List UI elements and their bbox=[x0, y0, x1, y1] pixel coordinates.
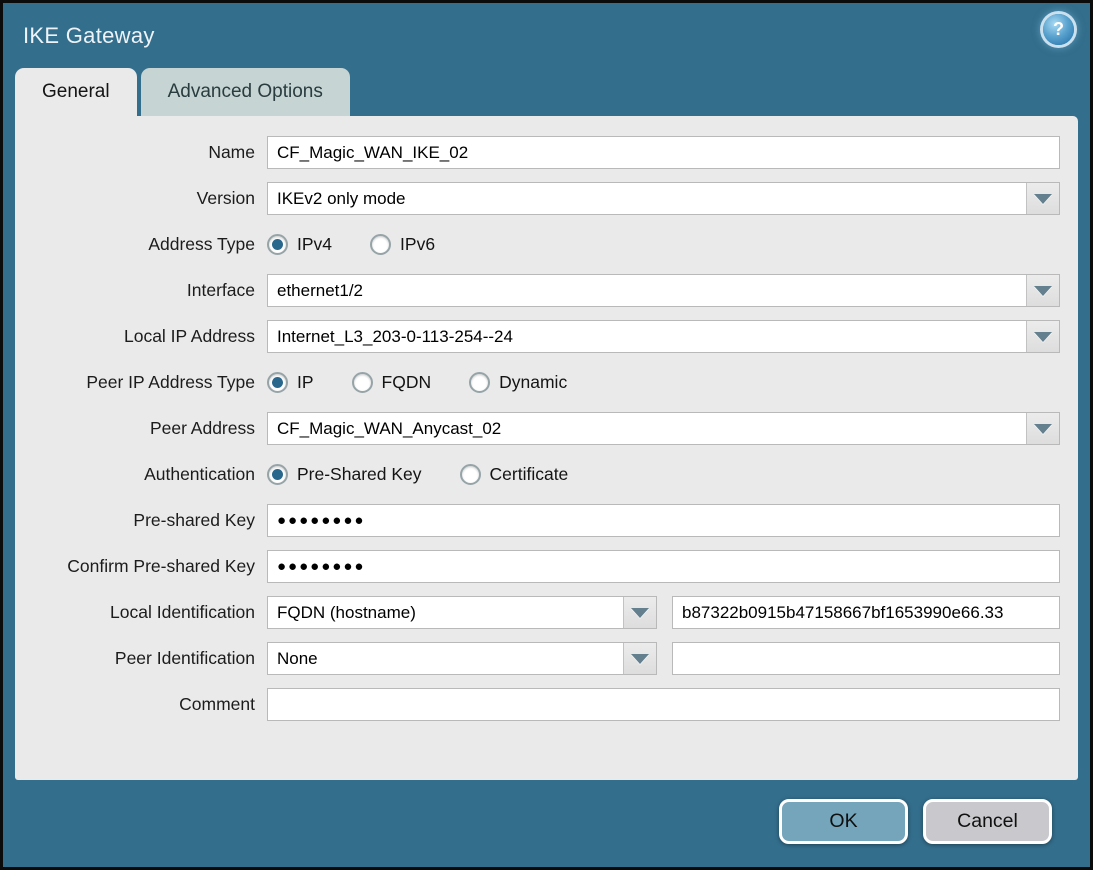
radio-ipv4-label: IPv4 bbox=[297, 234, 332, 255]
local-ip-select[interactable]: Internet_L3_203-0-113-254--24 bbox=[267, 320, 1060, 353]
chevron-down-icon bbox=[1034, 424, 1052, 434]
radio-pre-shared-key-label: Pre-Shared Key bbox=[297, 464, 422, 485]
help-icon[interactable]: ? bbox=[1043, 14, 1074, 45]
peer-address-select[interactable]: CF_Magic_WAN_Anycast_02 bbox=[267, 412, 1060, 445]
version-label: Version bbox=[15, 188, 267, 209]
interface-row: Interface ethernet1/2 bbox=[15, 274, 1060, 307]
peer-ip-type-row: Peer IP Address Type IP FQDN Dynamic bbox=[15, 366, 1060, 399]
confirm-psk-label: Confirm Pre-shared Key bbox=[15, 556, 267, 577]
peer-identification-label: Peer Identification bbox=[15, 648, 267, 669]
local-ip-dropdown-button[interactable] bbox=[1026, 321, 1059, 352]
local-ip-row: Local IP Address Internet_L3_203-0-113-2… bbox=[15, 320, 1060, 353]
version-row: Version IKEv2 only mode bbox=[15, 182, 1060, 215]
radio-peer-ip-icon[interactable] bbox=[267, 372, 288, 393]
peer-identification-type-select[interactable]: None bbox=[267, 642, 657, 675]
page-title: IKE Gateway bbox=[23, 23, 155, 49]
peer-identification-type-value[interactable]: None bbox=[268, 643, 623, 674]
interface-value[interactable]: ethernet1/2 bbox=[268, 275, 1026, 306]
name-input[interactable] bbox=[267, 136, 1060, 169]
version-select[interactable]: IKEv2 only mode bbox=[267, 182, 1060, 215]
confirm-psk-row: Confirm Pre-shared Key bbox=[15, 550, 1060, 583]
name-row: Name bbox=[15, 136, 1060, 169]
authentication-row: Authentication Pre-Shared Key Certificat… bbox=[15, 458, 1060, 491]
local-identification-type-select[interactable]: FQDN (hostname) bbox=[267, 596, 657, 629]
radio-ipv4[interactable]: IPv4 bbox=[267, 234, 332, 255]
local-ip-label: Local IP Address bbox=[15, 326, 267, 347]
tab-advanced-options[interactable]: Advanced Options bbox=[141, 68, 350, 116]
peer-address-dropdown-button[interactable] bbox=[1026, 413, 1059, 444]
radio-peer-dynamic-label: Dynamic bbox=[499, 372, 567, 393]
radio-peer-ip-label: IP bbox=[297, 372, 314, 393]
local-identification-dropdown-button[interactable] bbox=[623, 597, 656, 628]
tab-general[interactable]: General bbox=[15, 68, 137, 116]
peer-identification-value-input[interactable] bbox=[672, 642, 1060, 675]
radio-peer-fqdn-icon[interactable] bbox=[352, 372, 373, 393]
local-identification-row: Local Identification FQDN (hostname) bbox=[15, 596, 1060, 629]
tab-bar: General Advanced Options bbox=[15, 68, 1090, 116]
radio-peer-fqdn-label: FQDN bbox=[382, 372, 432, 393]
radio-ipv6[interactable]: IPv6 bbox=[370, 234, 435, 255]
local-identification-value-input[interactable] bbox=[672, 596, 1060, 629]
footer: OK Cancel bbox=[3, 780, 1090, 844]
peer-ip-type-label: Peer IP Address Type bbox=[15, 372, 267, 393]
ok-button[interactable]: OK bbox=[779, 799, 908, 844]
psk-row: Pre-shared Key bbox=[15, 504, 1060, 537]
confirm-psk-input[interactable] bbox=[267, 550, 1060, 583]
address-type-label: Address Type bbox=[15, 234, 267, 255]
cancel-button[interactable]: Cancel bbox=[923, 799, 1052, 844]
general-tab-panel: Name Version IKEv2 only mode Address Typ… bbox=[15, 116, 1078, 780]
radio-pre-shared-key-icon[interactable] bbox=[267, 464, 288, 485]
chevron-down-icon bbox=[1034, 332, 1052, 342]
psk-label: Pre-shared Key bbox=[15, 510, 267, 531]
comment-label: Comment bbox=[15, 694, 267, 715]
comment-row: Comment bbox=[15, 688, 1060, 721]
chevron-down-icon bbox=[1034, 194, 1052, 204]
psk-input[interactable] bbox=[267, 504, 1060, 537]
local-identification-label: Local Identification bbox=[15, 602, 267, 623]
chevron-down-icon bbox=[631, 654, 649, 664]
radio-peer-dynamic[interactable]: Dynamic bbox=[469, 372, 567, 393]
chevron-down-icon bbox=[1034, 286, 1052, 296]
comment-input[interactable] bbox=[267, 688, 1060, 721]
radio-certificate-label: Certificate bbox=[490, 464, 569, 485]
radio-certificate-icon[interactable] bbox=[460, 464, 481, 485]
version-dropdown-button[interactable] bbox=[1026, 183, 1059, 214]
local-ip-value[interactable]: Internet_L3_203-0-113-254--24 bbox=[268, 321, 1026, 352]
interface-select[interactable]: ethernet1/2 bbox=[267, 274, 1060, 307]
peer-address-value[interactable]: CF_Magic_WAN_Anycast_02 bbox=[268, 413, 1026, 444]
authentication-label: Authentication bbox=[15, 464, 267, 485]
radio-certificate[interactable]: Certificate bbox=[460, 464, 569, 485]
local-identification-type-value[interactable]: FQDN (hostname) bbox=[268, 597, 623, 628]
radio-pre-shared-key[interactable]: Pre-Shared Key bbox=[267, 464, 422, 485]
name-label: Name bbox=[15, 142, 267, 163]
peer-address-label: Peer Address bbox=[15, 418, 267, 439]
ike-gateway-dialog: IKE Gateway ? General Advanced Options N… bbox=[0, 0, 1093, 870]
radio-peer-fqdn[interactable]: FQDN bbox=[352, 372, 432, 393]
address-type-row: Address Type IPv4 IPv6 bbox=[15, 228, 1060, 261]
interface-label: Interface bbox=[15, 280, 267, 301]
peer-identification-dropdown-button[interactable] bbox=[623, 643, 656, 674]
radio-ipv6-label: IPv6 bbox=[400, 234, 435, 255]
peer-identification-row: Peer Identification None bbox=[15, 642, 1060, 675]
radio-ipv4-icon[interactable] bbox=[267, 234, 288, 255]
radio-ipv6-icon[interactable] bbox=[370, 234, 391, 255]
radio-peer-ip[interactable]: IP bbox=[267, 372, 314, 393]
interface-dropdown-button[interactable] bbox=[1026, 275, 1059, 306]
radio-peer-dynamic-icon[interactable] bbox=[469, 372, 490, 393]
chevron-down-icon bbox=[631, 608, 649, 618]
title-bar: IKE Gateway ? bbox=[3, 3, 1090, 68]
version-value[interactable]: IKEv2 only mode bbox=[268, 183, 1026, 214]
peer-address-row: Peer Address CF_Magic_WAN_Anycast_02 bbox=[15, 412, 1060, 445]
